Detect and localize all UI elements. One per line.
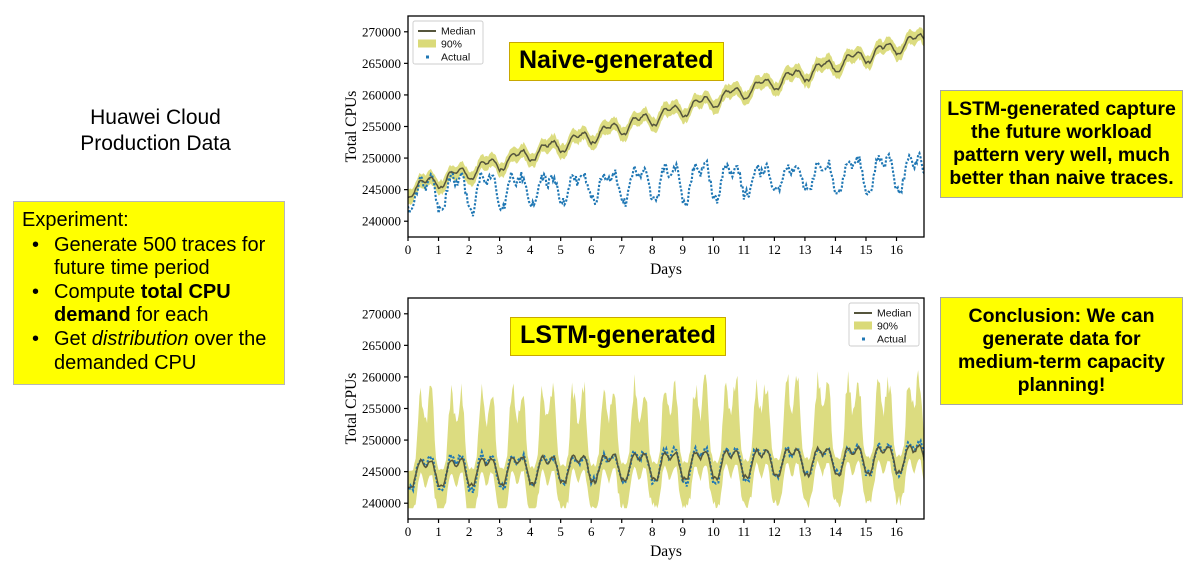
x-tick-label: 13 [798,524,811,539]
x-tick-label: 10 [707,524,720,539]
y-tick-label: 260000 [362,369,401,384]
x-tick-label: 3 [496,242,503,257]
bullet-glyph: • [32,280,40,303]
list-item: • Compute total CPU demand for each [22,281,278,328]
legend-label: Median [441,26,476,38]
list-item-text-italic: distribution [91,327,189,350]
y-tick-label: 250000 [362,151,401,166]
list-item: • Generate 500 traces for future time pe… [22,234,278,281]
x-tick-label: 4 [527,242,534,257]
x-tick-label: 9 [680,524,687,539]
x-tick-label: 14 [829,524,843,539]
x-tick-label: 0 [405,524,412,539]
x-tick-label: 2 [466,242,473,257]
x-tick-label: 2 [466,524,473,539]
chart-naive-title-badge: Naive-generated [509,42,724,81]
x-tick-label: 6 [588,242,595,257]
x-tick-label: 1 [435,524,442,539]
y-tick-label: 260000 [362,87,401,102]
y-tick-label: 270000 [362,306,401,321]
y-tick-label: 265000 [362,56,401,71]
x-tick-label: 12 [768,242,781,257]
x-tick-label: 7 [618,524,625,539]
x-tick-label: 14 [829,242,843,257]
list-item-text-post: for each [130,304,209,327]
dataset-title-block: Huawei Cloud Production Data [8,105,303,158]
y-tick-label: 245000 [362,464,401,479]
legend-label: 90% [441,39,462,51]
legend-label: Actual [441,52,470,64]
x-axis-title: Days [650,261,682,278]
chart-legend: Median90%Actual [848,302,920,347]
x-tick-label: 1 [435,242,442,257]
y-tick-label: 240000 [362,496,401,511]
x-tick-label: 15 [859,524,872,539]
chart-legend: Median90%Actual [412,20,484,65]
list-item-text: Generate 500 traces for future time peri… [54,233,266,280]
y-tick-label: 245000 [362,182,401,197]
y-tick-label: 255000 [362,119,401,134]
dataset-title-line-1: Huawei Cloud [90,106,221,129]
dataset-title-line-2: Production Data [80,132,231,156]
bullet-glyph: • [32,233,40,256]
y-tick-label: 240000 [362,214,401,229]
x-tick-label: 4 [527,524,534,539]
x-tick-label: 5 [557,524,564,539]
x-tick-label: 8 [649,524,656,539]
list-item: • Get distribution over the demanded CPU [22,328,278,375]
x-tick-label: 12 [768,524,781,539]
list-item-text-pre: Compute [54,280,141,303]
x-tick-label: 11 [738,524,751,539]
x-tick-label: 9 [680,242,687,257]
bullet-glyph: • [32,327,40,350]
x-tick-label: 8 [649,242,656,257]
x-tick-label: 7 [618,242,625,257]
x-tick-label: 13 [798,242,811,257]
experiment-heading: Experiment: [22,209,129,231]
x-tick-label: 3 [496,524,503,539]
x-tick-label: 0 [405,242,412,257]
legend-label: Median [877,308,912,320]
x-tick-label: 6 [588,524,595,539]
x-tick-label: 5 [557,242,564,257]
experiment-bullet-list: • Generate 500 traces for future time pe… [22,234,278,376]
y-tick-label: 255000 [362,401,401,416]
y-tick-label: 265000 [362,338,401,353]
x-axis-title: Days [650,543,682,560]
legend-label: 90% [877,321,898,333]
legend-label: Actual [877,334,906,346]
y-axis-title: Total CPUs [343,373,360,445]
chart-lstm-title-badge: LSTM-generated [510,317,726,356]
x-tick-label: 15 [859,242,872,257]
callout-conclusion: Conclusion: We can generate data for med… [940,297,1183,405]
callout-lstm-quality: LSTM-generated capture the future worklo… [940,90,1183,198]
x-tick-label: 11 [738,242,751,257]
plot-area-lstm [408,370,924,509]
y-tick-label: 250000 [362,433,401,448]
list-item-text-pre: Get [54,327,92,350]
y-tick-label: 270000 [362,24,401,39]
x-tick-label: 16 [890,242,904,257]
page-title: Huawei Cloud Production Data [8,105,303,158]
x-tick-label: 16 [890,524,904,539]
y-axis-title: Total CPUs [343,91,360,163]
x-tick-label: 10 [707,242,720,257]
experiment-callout-box: Experiment: • Generate 500 traces for fu… [13,201,285,386]
slide-root: Huawei Cloud Production Data Experiment:… [0,0,1200,582]
series-band-90pct [408,370,924,509]
